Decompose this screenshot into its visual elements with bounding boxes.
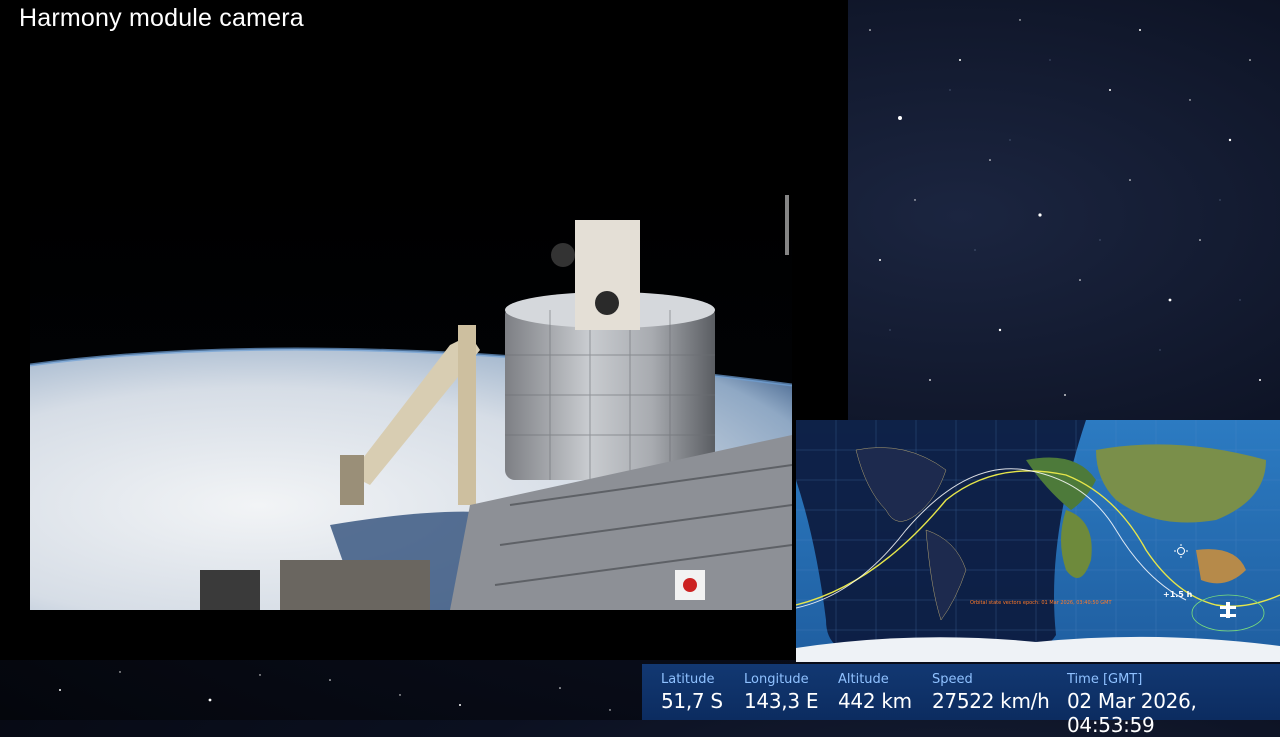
longitude-label: Longitude <box>744 672 809 687</box>
latitude-value: 51,7 S <box>661 689 723 713</box>
time-value: 02 Mar 2026, 04:53:59 <box>1067 689 1197 737</box>
time-readout: Time [GMT] 02 Mar 2026, 04:53:59 <box>1067 664 1280 737</box>
orbit-time-ahead-label: +1.5 h <box>1163 590 1193 599</box>
telemetry-bar: Latitude 51,7 S Longitude 143,3 E Altitu… <box>642 664 1280 737</box>
altitude-readout: Altitude 442 km <box>838 664 912 713</box>
longitude-readout: Longitude 143,3 E <box>744 664 818 713</box>
iss-camera-image <box>30 185 792 610</box>
camera-video-feed[interactable] <box>30 185 792 610</box>
speed-value: 27522 km/h <box>932 689 1050 713</box>
camera-title: Harmony module camera <box>19 4 304 32</box>
iss-ground-track-map[interactable]: Orbital state vectors epoch: 01 Mar 2026… <box>796 420 1280 662</box>
time-label: Time [GMT] <box>1067 672 1143 687</box>
altitude-label: Altitude <box>838 672 889 687</box>
altitude-value: 442 km <box>838 689 912 713</box>
latitude-readout: Latitude 51,7 S <box>661 664 723 713</box>
longitude-value: 143,3 E <box>744 689 819 713</box>
speed-readout: Speed 27522 km/h <box>932 664 1050 713</box>
speed-label: Speed <box>932 672 973 687</box>
latitude-label: Latitude <box>661 672 715 687</box>
orbit-epoch-note: Orbital state vectors epoch: 01 Mar 2026… <box>970 600 1112 606</box>
world-map <box>796 420 1280 662</box>
